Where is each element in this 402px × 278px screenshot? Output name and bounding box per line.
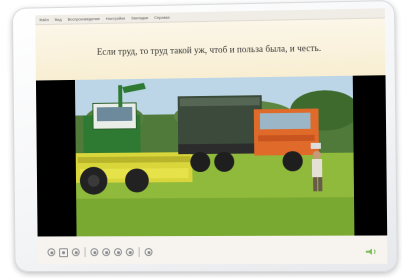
slide-header: Если труд, то труд такой уж, чтоб и поль… — [35, 18, 386, 81]
settings-icon[interactable] — [144, 248, 153, 257]
harvest-scene-image — [74, 75, 355, 237]
menu-playback[interactable]: Воспроизведение — [68, 16, 100, 22]
device-frame: Файл Вид Воспроизведение Настройки Закла… — [11, 0, 398, 273]
video-image — [74, 75, 355, 237]
stop-icon[interactable] — [59, 247, 68, 257]
volume-icon[interactable] — [365, 248, 379, 256]
record-icon[interactable] — [71, 248, 80, 257]
rewind-icon[interactable] — [90, 248, 99, 257]
menu-file[interactable]: Файл — [39, 17, 49, 22]
slide-title: Если труд, то труд такой уж, чтоб и поль… — [96, 42, 322, 57]
video-frame[interactable] — [35, 75, 388, 237]
separator — [138, 247, 140, 258]
pause-icon[interactable] — [113, 248, 122, 257]
player-controls — [38, 242, 388, 263]
menu-settings[interactable]: Настройки — [106, 16, 125, 21]
menu-view[interactable]: Вид — [55, 17, 62, 22]
skip-back-icon[interactable] — [47, 248, 56, 257]
separator — [84, 247, 86, 258]
screen: Файл Вид Воспроизведение Настройки Закла… — [35, 8, 388, 265]
menu-bookmarks[interactable]: Закладки — [131, 15, 148, 20]
play-icon[interactable] — [102, 248, 111, 257]
fast-forward-icon[interactable] — [125, 248, 134, 257]
menu-help[interactable]: Справка — [154, 15, 170, 20]
